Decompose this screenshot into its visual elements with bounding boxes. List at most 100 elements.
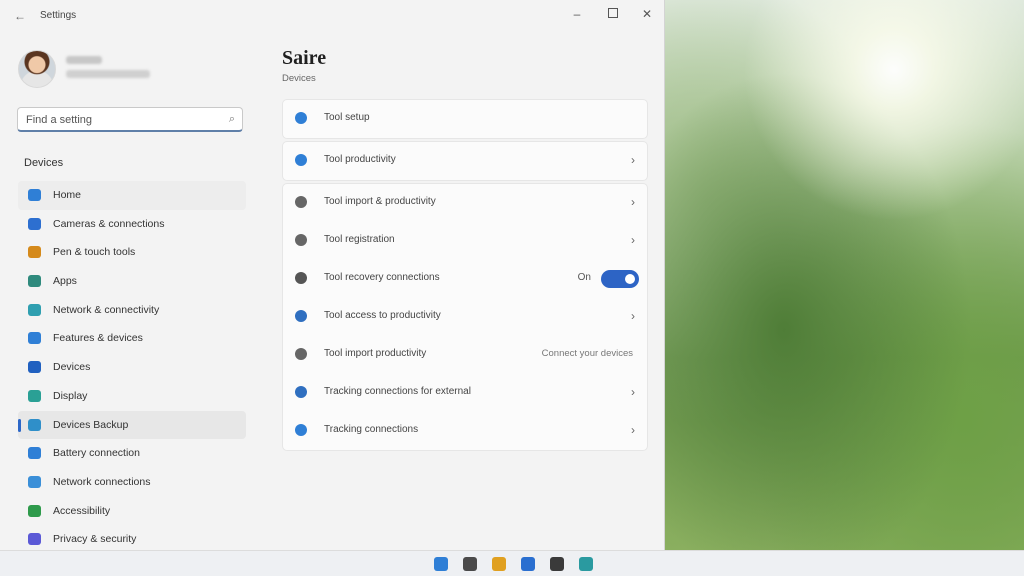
user-name-redacted xyxy=(66,56,102,64)
display-icon xyxy=(28,389,41,402)
toggle-state-label: On xyxy=(577,272,591,283)
settings-app-icon[interactable] xyxy=(579,557,593,571)
page-title: Saire xyxy=(282,47,327,69)
search-input[interactable]: Find a setting xyxy=(26,114,92,126)
maximize-button[interactable] xyxy=(600,5,626,23)
sidebar-item-label: Devices Backup xyxy=(53,418,129,431)
sidebar-item[interactable]: Accessibility xyxy=(18,497,246,526)
device-icon xyxy=(28,217,41,230)
search-box[interactable]: Find a setting ⌕ xyxy=(17,107,243,132)
toggle-switch[interactable] xyxy=(601,270,639,288)
avatar xyxy=(18,50,56,88)
setting-row[interactable]: Tool recovery connections On xyxy=(283,260,647,298)
setting-description: Connect your devices xyxy=(541,348,633,359)
taskbar xyxy=(0,550,1024,576)
info-icon xyxy=(295,112,307,124)
setting-label: Tool recovery connections xyxy=(324,272,440,283)
features-icon xyxy=(28,332,41,345)
widgets-icon[interactable] xyxy=(492,557,506,571)
sidebar-item[interactable]: Privacy & security xyxy=(18,525,246,550)
sidebar-item-label: Network & connectivity xyxy=(53,303,160,316)
chevron-right-icon: › xyxy=(631,233,635,247)
sidebar-item-label: Pen & touch tools xyxy=(53,246,136,259)
setting-label: Tool setup xyxy=(324,112,370,123)
sidebar-item[interactable]: Network & connectivity xyxy=(18,296,246,325)
sidebar-item[interactable]: Features & devices xyxy=(18,324,246,353)
setting-row[interactable]: Tool import & productivity › xyxy=(283,184,647,222)
settings-card: Tool import & productivity › Tool registra… xyxy=(282,183,648,451)
connections-icon xyxy=(28,475,41,488)
grid-icon xyxy=(295,272,307,284)
setting-label: Tracking connections xyxy=(324,424,419,435)
setting-row[interactable]: Tool productivity › xyxy=(283,142,647,180)
setting-row[interactable]: Tool setup xyxy=(283,100,647,138)
sidebar-item[interactable]: Devices Backup xyxy=(18,410,246,440)
settings-card: Tool setup xyxy=(282,99,648,139)
start-icon[interactable] xyxy=(434,557,448,571)
apps-icon xyxy=(28,275,41,288)
setting-label: Tool import productivity xyxy=(324,348,427,359)
sidebar-item-label: Devices xyxy=(53,361,91,374)
settings-card: Tool productivity › xyxy=(282,141,648,181)
history-icon xyxy=(295,234,307,246)
settings-window: ← Settings – ✕ Find a setting ⌕ Devices … xyxy=(0,0,665,550)
search-icon: ⌕ xyxy=(228,113,235,125)
sidebar-item[interactable]: Battery connection xyxy=(18,439,246,468)
sidebar-item-label: Home xyxy=(53,189,82,201)
sidebar-item-label: Privacy & security xyxy=(53,533,137,546)
sidebar-item-label: Battery connection xyxy=(53,447,140,460)
privacy-icon xyxy=(28,533,41,546)
setting-label: Tracking connections for external xyxy=(324,386,471,397)
title-bar: ← Settings – ✕ xyxy=(0,0,664,32)
chevron-right-icon: › xyxy=(631,195,635,209)
page-subtitle: Devices xyxy=(282,73,316,84)
close-button[interactable]: ✕ xyxy=(634,5,660,23)
tiles-icon xyxy=(295,310,307,322)
globe-icon xyxy=(295,424,307,436)
setting-row[interactable]: Tool registration › xyxy=(283,222,647,260)
back-button[interactable]: ← xyxy=(10,6,30,26)
battery-icon xyxy=(28,447,41,460)
media-icon[interactable] xyxy=(550,557,564,571)
sidebar-item-label: Features & devices xyxy=(53,332,143,345)
sidebar-section-title: Devices xyxy=(24,157,64,169)
user-profile[interactable] xyxy=(18,50,238,90)
chevron-right-icon: › xyxy=(631,309,635,323)
sidebar-item-label: Accessibility xyxy=(53,504,111,517)
backup-icon xyxy=(28,418,41,431)
store-icon[interactable] xyxy=(521,557,535,571)
chevron-right-icon: › xyxy=(631,153,635,167)
setting-label: Tool import & productivity xyxy=(324,196,436,207)
setting-row[interactable]: Tracking connections for external › xyxy=(283,374,647,412)
accessibility-icon xyxy=(28,504,41,517)
setting-row[interactable]: Tracking connections › xyxy=(283,412,647,450)
setting-row[interactable]: Tool access to productivity › xyxy=(283,298,647,336)
sidebar-item[interactable]: Pen & touch tools xyxy=(18,238,246,267)
sidebar-item[interactable]: Display xyxy=(18,382,246,411)
sidebar-nav: Home Cameras & connections Pen & touch too… xyxy=(18,181,246,550)
window-title: Settings xyxy=(40,10,77,21)
desktop-wallpaper xyxy=(664,0,1024,550)
sidebar-item[interactable]: Cameras & connections xyxy=(18,210,246,239)
chevron-right-icon: › xyxy=(631,385,635,399)
sidebar-item[interactable]: Devices xyxy=(18,353,246,382)
sidebar-item[interactable]: Home xyxy=(18,181,246,210)
home-icon xyxy=(28,189,41,201)
setting-label: Tool access to productivity xyxy=(324,310,441,321)
pen-icon xyxy=(295,386,307,398)
chevron-right-icon: › xyxy=(631,423,635,437)
sidebar-item-label: Network connections xyxy=(53,475,151,488)
user-email-redacted xyxy=(66,70,150,78)
sidebar-item[interactable]: Apps xyxy=(18,267,246,296)
sidebar-item-label: Cameras & connections xyxy=(53,217,165,230)
network-icon xyxy=(28,303,41,316)
minimize-button[interactable]: – xyxy=(564,5,590,23)
sidebar-item[interactable]: Network connections xyxy=(18,468,246,497)
setting-row[interactable]: Tool import productivity Connect your dev… xyxy=(283,336,647,374)
pen-icon xyxy=(28,246,41,259)
devices-icon xyxy=(28,361,41,374)
maximize-icon xyxy=(608,8,618,18)
clock-icon xyxy=(295,196,307,208)
chat-icon[interactable] xyxy=(463,557,477,571)
sidebar-item-label: Display xyxy=(53,389,88,402)
